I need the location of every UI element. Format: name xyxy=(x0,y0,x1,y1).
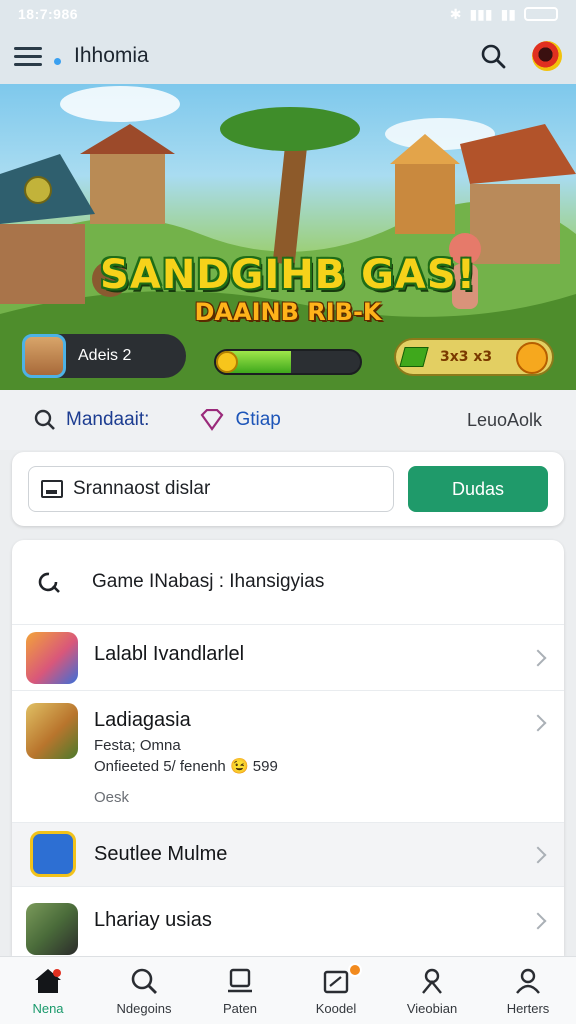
list-item-title: Lhariay usias xyxy=(94,909,212,931)
user-avatar[interactable] xyxy=(532,41,562,71)
hero-title: SANDGIHB GAS! xyxy=(100,252,476,298)
search-icon xyxy=(34,409,55,430)
coin-icon xyxy=(216,351,238,373)
tab-label: Mandaait: xyxy=(66,409,150,430)
edit-note-icon xyxy=(323,970,349,994)
list-item-title: Seutlee Mulme xyxy=(94,843,228,865)
list-item[interactable]: Lalabl Ivandlarlel xyxy=(12,624,564,690)
home-icon xyxy=(35,969,61,993)
chevron-right-icon xyxy=(529,912,547,930)
list-item[interactable]: Lhariay usias xyxy=(12,886,564,956)
game-icon-portrait xyxy=(26,903,78,955)
search-submit-button[interactable]: Dudas xyxy=(408,466,548,512)
tab-label: Gtiap xyxy=(235,409,281,430)
layers-icon xyxy=(228,968,252,993)
list-header-title: Game INabasj : Ihansigyias xyxy=(92,571,325,592)
menu-icon[interactable] xyxy=(14,42,42,70)
app-bar: Ihhomia xyxy=(0,28,576,84)
chevron-right-icon xyxy=(529,714,547,732)
tab-label: LeuoAolk xyxy=(466,409,542,430)
app-title: Ihhomia xyxy=(74,44,149,67)
tab-gtiap[interactable]: Gtiap xyxy=(199,409,281,431)
list-item[interactable]: Ladiagasia Festa; Omna Onfieeted 5/ fene… xyxy=(12,690,564,822)
nav-search[interactable]: Ndegoins xyxy=(96,957,192,1024)
list-item-meta: Onfieeted 5/ fenenh 😉 599 xyxy=(94,758,278,775)
game-icon-hero xyxy=(26,632,78,684)
chevron-right-icon xyxy=(529,846,547,864)
search-card: Srannaost dislar Dudas xyxy=(12,452,564,526)
search-input[interactable]: Srannaost dislar xyxy=(28,466,394,512)
notification-dot xyxy=(54,58,61,65)
chevron-right-icon xyxy=(529,649,547,667)
signal-icon: ▮▮▮ xyxy=(469,5,493,22)
nav-label: Ndegoins xyxy=(116,1001,172,1016)
search-icon[interactable] xyxy=(480,43,506,69)
diamond-icon xyxy=(201,409,224,431)
quick-tabs: Mandaait: Gtiap LeuoAolk xyxy=(0,390,576,450)
player-name: Adeis 2 xyxy=(78,347,132,364)
nav-koodel[interactable]: Koodel xyxy=(288,957,384,1024)
notification-badge xyxy=(348,963,362,977)
list-item-title: Lalabl Ivandlarlel xyxy=(94,643,245,665)
status-bar: 18:7:986 ✱ ▮▮▮ ▮▮ xyxy=(0,0,576,28)
nav-label: Paten xyxy=(223,1001,257,1016)
leaf-icon[interactable] xyxy=(24,176,52,204)
search-value: Srannaost dislar xyxy=(73,478,211,499)
status-icons: ✱ ▮▮▮ ▮▮ xyxy=(450,6,558,23)
tab-leuoaolk[interactable]: LeuoAolk xyxy=(467,410,542,431)
bonus-coin-icon[interactable] xyxy=(516,342,548,374)
nav-label: Koodel xyxy=(315,1001,357,1016)
game-list-card: Game INabasj : Ihansigyias Lalabl Ivandl… xyxy=(12,540,564,956)
bottom-navigation: Nena Ndegoins Paten Koodel Vieobian Hert… xyxy=(0,956,576,1024)
list-item-meta: Festa; Omna xyxy=(94,737,181,754)
nav-label: Nena xyxy=(32,1001,64,1016)
wifi-icon: ▮▮ xyxy=(500,5,516,22)
list-item-title: Ladiagasia xyxy=(94,709,191,731)
list-header: Game INabasj : Ihansigyias xyxy=(12,540,564,624)
gem-count: 3x3 x3 xyxy=(440,349,493,365)
battery-icon xyxy=(524,7,558,21)
list-item-meta: Oesk xyxy=(94,789,130,806)
refresh-icon[interactable] xyxy=(34,567,64,597)
tab-mandaait[interactable]: Mandaait: xyxy=(34,409,149,431)
player-pill[interactable]: Adeis 2 xyxy=(22,334,186,378)
nav-label: Herters xyxy=(506,1001,550,1016)
search-icon xyxy=(131,968,157,994)
game-icon-warrior xyxy=(26,703,78,759)
gem-counter[interactable]: 3x3 x3 xyxy=(394,338,554,376)
list-app-icon xyxy=(30,831,76,877)
nav-paten[interactable]: Paten xyxy=(192,957,288,1024)
list-item[interactable]: Seutlee Mulme xyxy=(12,822,564,886)
hero-subtitle: DAAINB RIB-K xyxy=(194,298,382,326)
image-icon xyxy=(41,480,63,498)
nav-home[interactable]: Nena xyxy=(0,957,96,1024)
player-avatar xyxy=(22,334,66,378)
status-time: 18:7:986 xyxy=(18,6,79,22)
nav-label: Vieobian xyxy=(406,1001,458,1016)
nav-vieobian[interactable]: Vieobian xyxy=(384,957,480,1024)
nav-herters[interactable]: Herters xyxy=(480,957,576,1024)
profile-icon xyxy=(516,968,540,994)
gem-icon xyxy=(399,347,429,367)
person-pin-icon xyxy=(422,968,442,994)
bluetooth-icon: ✱ xyxy=(449,5,462,22)
